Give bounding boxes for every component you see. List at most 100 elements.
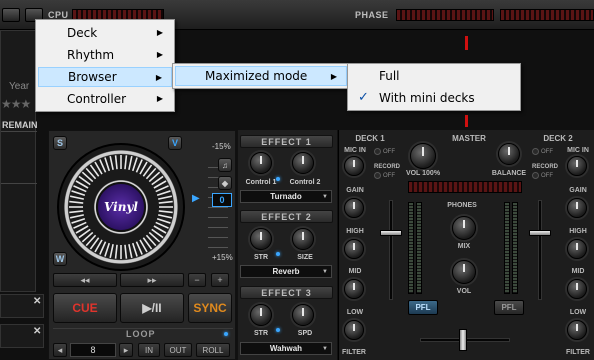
crossfader-handle[interactable] bbox=[459, 329, 467, 351]
effect2-size-knob[interactable] bbox=[292, 228, 314, 250]
deck2-mic-off-toggle[interactable]: OFF bbox=[532, 148, 553, 155]
phase-marker-top bbox=[465, 36, 468, 50]
year-column-header[interactable]: Year bbox=[9, 81, 29, 92]
phase-marker-bottom bbox=[465, 115, 468, 127]
phase-label: PHASE bbox=[355, 10, 389, 20]
deck2-filter-label: FILTER bbox=[566, 349, 590, 356]
cue-button[interactable]: CUE bbox=[53, 293, 117, 323]
deck1-vu-meter-r bbox=[416, 202, 422, 294]
deck1-high-knob[interactable] bbox=[344, 239, 364, 259]
headphone-volume-knob[interactable] bbox=[452, 260, 476, 284]
master-balance-knob[interactable] bbox=[498, 143, 520, 165]
close-icon[interactable]: ✕ bbox=[33, 326, 41, 337]
dropdown-arrow-icon: ▼ bbox=[322, 268, 328, 275]
master-level-meter bbox=[408, 181, 522, 193]
sampler-slot-1[interactable]: ✕ bbox=[0, 294, 44, 318]
loop-roll-button[interactable]: ROLL bbox=[196, 343, 230, 357]
menu-item-full[interactable]: Full bbox=[350, 66, 518, 86]
effect2-str-label: STR bbox=[254, 254, 268, 261]
pitch-range-top: -15% bbox=[212, 142, 231, 151]
play-pause-button[interactable]: ▶/II bbox=[120, 293, 184, 323]
deck2-volume-fader[interactable] bbox=[529, 230, 551, 236]
deck1-volume-track bbox=[389, 200, 393, 300]
deck2-low-knob[interactable] bbox=[567, 320, 587, 340]
mixer-deck2-label: DECK 2 bbox=[543, 134, 573, 143]
master-volume-knob[interactable] bbox=[410, 143, 436, 169]
pitch-value-display[interactable]: 0 bbox=[212, 193, 232, 207]
deck1-record-off-toggle[interactable]: OFF bbox=[374, 172, 395, 179]
loop-label: LOOP bbox=[126, 329, 156, 339]
rewind-button[interactable]: ◂◂ bbox=[53, 273, 117, 287]
loop-next-button[interactable]: ▸ bbox=[119, 343, 133, 357]
submenu-arrow-icon: ▶ bbox=[330, 72, 337, 81]
deck1-low-knob[interactable] bbox=[344, 320, 364, 340]
deck2-high-knob[interactable] bbox=[567, 239, 587, 259]
effect3-spd-knob[interactable] bbox=[292, 304, 314, 326]
pitch-minus-button[interactable]: − bbox=[188, 273, 206, 287]
effect1-control2-knob[interactable] bbox=[292, 152, 314, 174]
loop-in-button[interactable]: IN bbox=[138, 343, 160, 357]
effect3-str-knob[interactable] bbox=[250, 304, 272, 326]
loop-out-button[interactable]: OUT bbox=[164, 343, 192, 357]
deck2-vu-meter-r bbox=[512, 202, 518, 294]
loop-prev-button[interactable]: ◂ bbox=[53, 343, 67, 357]
panel-toggle-button[interactable] bbox=[2, 8, 20, 22]
mixer-master-label: MASTER bbox=[452, 134, 486, 143]
pitch-plus-button[interactable]: + bbox=[211, 273, 229, 287]
menu-item-rhythm[interactable]: Rhythm ▶ bbox=[38, 45, 172, 65]
mid-label: MID bbox=[348, 268, 362, 275]
sync-button[interactable]: SYNC bbox=[188, 293, 232, 323]
menu-item-label: Deck bbox=[67, 26, 98, 40]
deck1-volume-fader[interactable] bbox=[380, 230, 402, 236]
deck2-mic-knob[interactable] bbox=[567, 156, 587, 176]
effect3-header: EFFECT 3 bbox=[240, 286, 333, 299]
deck1-gain-knob[interactable] bbox=[344, 198, 364, 218]
menu-item-deck[interactable]: Deck ▶ bbox=[38, 23, 172, 43]
close-icon[interactable]: ✕ bbox=[33, 296, 41, 307]
effect1-select[interactable]: Turnado ▼ bbox=[240, 190, 332, 203]
virtual-dj-app: CPU PHASE Year ★★★ REMAIN ✕ ✕ S V W Viny… bbox=[0, 0, 594, 360]
deck1-mic-off-toggle[interactable]: OFF bbox=[374, 148, 395, 155]
deck1-vu-meter bbox=[408, 202, 414, 294]
deck2-mid-knob[interactable] bbox=[567, 279, 587, 299]
browser-panel: Year ★★★ REMAIN bbox=[0, 30, 38, 292]
deck2-volume-track bbox=[538, 200, 542, 300]
deck2-record-off-toggle[interactable]: OFF bbox=[532, 172, 553, 179]
jog-wheel[interactable]: Vinyl bbox=[57, 143, 185, 271]
key-lock-button[interactable]: ♫ bbox=[218, 158, 232, 172]
deck2-vu-meter bbox=[504, 202, 510, 294]
effect2-str-knob[interactable] bbox=[250, 228, 272, 250]
headphone-mix-knob[interactable] bbox=[452, 216, 476, 240]
sampler-slot-2[interactable]: ✕ bbox=[0, 324, 44, 348]
low-label: LOW bbox=[346, 309, 364, 316]
effect2-select[interactable]: Reverb ▼ bbox=[240, 265, 332, 278]
menu-item-label: Controller bbox=[67, 92, 127, 106]
effect1-control1-knob[interactable] bbox=[250, 152, 272, 174]
forward-button[interactable]: ▸▸ bbox=[120, 273, 184, 287]
effect1-control1-label: Control 1 bbox=[245, 179, 277, 186]
dropdown-arrow-icon: ▼ bbox=[322, 193, 328, 200]
deck2-gain-knob[interactable] bbox=[567, 198, 587, 218]
effect3-select[interactable]: Wahwah ▼ bbox=[240, 342, 332, 355]
menu-item-browser[interactable]: Browser ▶ bbox=[38, 67, 172, 87]
submenu-arrow-icon: ▶ bbox=[156, 50, 163, 59]
effect1-selected-label: Turnado bbox=[270, 192, 302, 201]
rating-stars[interactable]: ★★★ bbox=[1, 97, 31, 111]
mic-in-label: MIC IN bbox=[344, 147, 366, 154]
deck1-mid-knob[interactable] bbox=[344, 279, 364, 299]
submenu-arrow-icon: ▶ bbox=[156, 28, 163, 37]
menu-item-with-mini-decks[interactable]: ✓ With mini decks bbox=[350, 88, 518, 108]
menu-item-label: Maximized mode bbox=[205, 69, 308, 83]
deck1-mic-knob[interactable] bbox=[344, 156, 364, 176]
maximized-mode-submenu: Full ✓ With mini decks bbox=[347, 63, 521, 111]
deck2-pfl-button[interactable]: PFL bbox=[494, 300, 524, 315]
deck1-pfl-button[interactable]: PFL bbox=[408, 300, 438, 315]
menu-item-maximized-mode[interactable]: Maximized mode ▶ bbox=[175, 66, 347, 86]
pitch-reset-button[interactable]: ◆ bbox=[218, 176, 232, 190]
remain-label: REMAIN bbox=[2, 120, 38, 130]
filter-label: FILTER bbox=[342, 349, 366, 356]
platter-center: Vinyl bbox=[96, 182, 146, 232]
loop-length-display[interactable]: 8 bbox=[70, 343, 116, 357]
menu-item-controller[interactable]: Controller ▶ bbox=[38, 89, 172, 109]
gain-label: GAIN bbox=[346, 187, 364, 194]
